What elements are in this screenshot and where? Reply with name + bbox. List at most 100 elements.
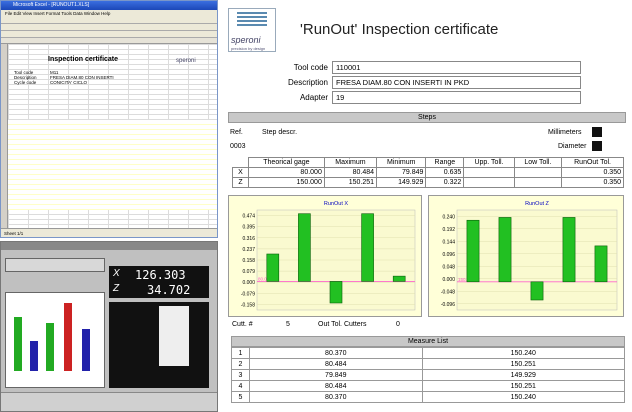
col-minimum: Minimum: [376, 157, 427, 168]
measure-row: 1 80.370 150.240: [231, 347, 626, 359]
app-bar: [30, 341, 38, 371]
results-table: Theorical gage Maximum Minimum Range Upp…: [232, 157, 624, 188]
sheet-data-table: [8, 120, 217, 210]
sheet-brand: speroni: [176, 58, 196, 64]
y-tick-label: 0.158: [242, 258, 255, 264]
measure-index: 2: [231, 358, 250, 370]
results-row-x: X 80.000 80.484 79.849 0.635 0.350: [232, 167, 624, 178]
table-cell: 0.350: [561, 177, 624, 188]
measure-index: 1: [231, 347, 250, 359]
measure-index: 5: [231, 391, 250, 403]
table-cell: 150.251: [323, 177, 378, 188]
table-cell: 0.350: [561, 167, 624, 178]
measure-x: 80.484: [249, 380, 423, 392]
runout-x-plot: RunOut X 0.474 0.395 0.316 0.237 0.158 0.079 0.…: [241, 201, 416, 311]
measure-row: 2 80.484 150.251: [231, 358, 626, 370]
diameter-checkbox: [592, 141, 602, 151]
y-tick-label: 0.316: [242, 236, 255, 242]
table-cell: 150.000: [248, 177, 325, 188]
measure-index: 4: [231, 380, 250, 392]
description-field: FRESA DIAM.80 CON INSERTI IN PKD: [332, 76, 581, 89]
app-toolbar[interactable]: [1, 392, 217, 411]
tool-code-label: Tool code: [293, 63, 328, 72]
certificate-title: 'RunOut' Inspection certificate: [300, 21, 499, 38]
readout-z-label: Z: [113, 283, 120, 294]
millimeters-checkbox: [592, 127, 602, 137]
tool-code-field: 110001: [332, 61, 581, 74]
cutt-value: 5: [286, 321, 290, 328]
axis-label: X: [232, 167, 249, 178]
measure-z: 150.240: [421, 347, 626, 359]
chart-title: RunOut X: [324, 201, 348, 207]
logo-graphic: [237, 12, 267, 26]
measure-z: 150.251: [421, 380, 626, 392]
y-tick-label: 0.000: [242, 280, 255, 286]
chart-bar: [298, 213, 311, 282]
results-header-row: Theorical gage Maximum Minimum Range Upp…: [232, 157, 624, 168]
y-tick-label: 0.237: [242, 247, 255, 253]
app-readout: X 126.303 Z 34.702: [109, 266, 209, 298]
measure-x: 79.849: [249, 369, 423, 381]
measure-z: 149.929: [421, 369, 626, 381]
excel-formula-bar[interactable]: [1, 31, 217, 38]
chart-bar: [329, 281, 343, 304]
app-camera-view: [109, 302, 209, 388]
y-tick-label: 0.474: [242, 214, 255, 220]
steps-header: Steps: [228, 112, 626, 123]
table-cell: [463, 167, 515, 178]
ref-label: Ref.: [230, 129, 243, 136]
excel-window: Microsoft Excel - [RUNOUT1.XLS] File Edi…: [0, 0, 218, 238]
table-cell: 0.635: [425, 167, 465, 178]
col-theorical-gage: Theorical gage: [248, 157, 325, 168]
sheet-row-key: Cycle code: [14, 80, 37, 85]
app-bar: [64, 303, 72, 371]
table-cell: 79.849: [376, 167, 427, 178]
speroni-logo: speroni precision by design: [228, 8, 276, 52]
measure-z: 150.251: [421, 358, 626, 370]
cutt-label: Cutt. #: [232, 321, 253, 328]
excel-sheet[interactable]: Inspection certificate speroni Tool code…: [7, 44, 217, 228]
table-cell: [513, 177, 563, 188]
runout-z-plot: RunOut Z 0.240 0.192 0.144 0.096 0.048 0.000 -0…: [441, 201, 618, 311]
millimeters-label: Millimeters: [548, 129, 582, 136]
measure-x: 80.370: [249, 347, 423, 359]
results-row-z: Z 150.000 150.251 149.929 0.322 0.350: [232, 177, 624, 188]
measure-index: 3: [231, 369, 250, 381]
app-bar: [82, 329, 90, 371]
measure-row: 3 79.849 149.929: [231, 369, 626, 381]
excel-status-bar: Sheet 1/1: [1, 228, 217, 237]
measure-z: 150.240: [421, 391, 626, 403]
description-label: Description: [287, 78, 328, 87]
col-maximum: Maximum: [323, 157, 378, 168]
sheet-row-val: CONICITA' CICLO: [50, 80, 88, 85]
app-bar: [14, 317, 22, 371]
y-tick-label: 0.144: [442, 239, 455, 245]
col-range: Range: [425, 157, 465, 168]
app-bar: [46, 323, 54, 371]
measure-row: 5 80.370 150.240: [231, 391, 626, 403]
chart-bar: [392, 275, 406, 282]
excel-format-toolbar[interactable]: [1, 24, 217, 31]
logo-subtitle: precision by design: [231, 46, 266, 51]
ref-value: 0003: [230, 143, 246, 150]
chart-bar: [562, 217, 576, 283]
table-cell: [513, 167, 563, 178]
y-tick-label: 0.048: [442, 264, 455, 270]
axis-label: Z: [232, 177, 249, 188]
runout-z-chart: RunOut Z 0.240 0.192 0.144 0.096 0.048 0.000 -0…: [428, 195, 624, 317]
excel-toolbar[interactable]: [1, 17, 217, 24]
chart-bar: [361, 213, 374, 282]
y-tick-label: -0.048: [441, 289, 455, 295]
y-tick-label: 0.096: [442, 252, 455, 258]
y-tick-label: 0.192: [442, 227, 455, 233]
table-cell: 80.000: [248, 167, 325, 178]
excel-menu-bar[interactable]: File Edit View Insert Format Tools Data …: [1, 10, 217, 17]
measure-x: 80.484: [249, 358, 423, 370]
out-tol-value: 0: [396, 321, 400, 328]
table-cell: 80.484: [323, 167, 378, 178]
col-runout-tol: RunOut Tol.: [561, 157, 624, 168]
header-corner: [232, 157, 249, 168]
readout-x-value: 126.303: [135, 268, 186, 282]
chart-title: RunOut Z: [525, 201, 549, 207]
table-cell: 149.929: [376, 177, 427, 188]
